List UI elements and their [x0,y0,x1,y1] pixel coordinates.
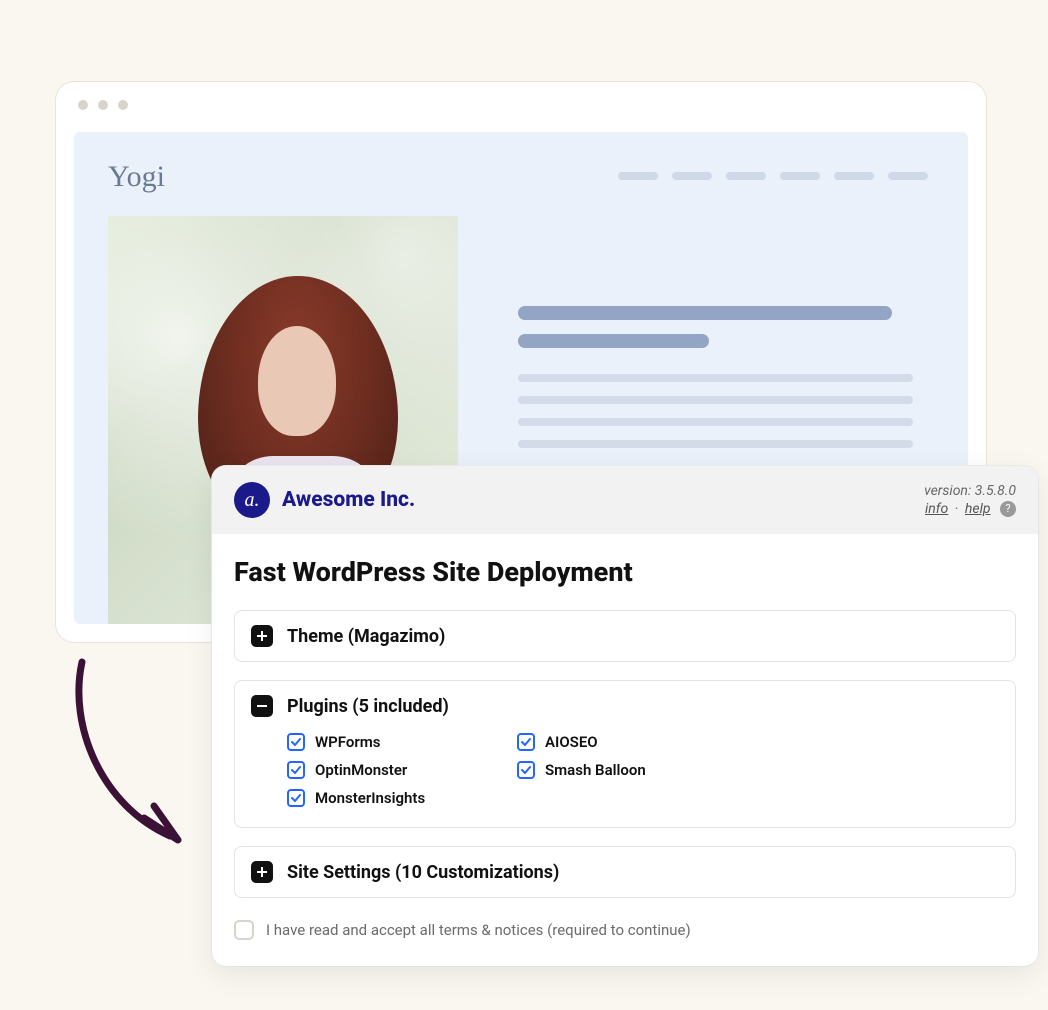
plugin-label: OptinMonster [315,761,407,779]
plugin-item[interactable]: AIOSEO [517,733,717,751]
plugin-label: MonsterInsights [315,789,425,807]
nav-skeleton [618,172,928,180]
plugin-item[interactable]: MonsterInsights [287,789,487,807]
expand-icon[interactable] [251,625,273,647]
collapse-icon[interactable] [251,695,273,717]
plugin-label: Smash Balloon [545,761,646,779]
accordion-theme[interactable]: Theme (Magazimo) [234,610,1016,662]
panel-header: a. Awesome Inc. version: 3.5.8.0 info · … [212,466,1038,534]
accordion-plugins-header[interactable]: Plugins (5 included) [251,695,999,717]
help-link[interactable]: help [965,501,991,517]
accordion-label: Site Settings (10 Customizations) [287,862,559,883]
checkbox-checked-icon[interactable] [517,761,535,779]
panel-title: Fast WordPress Site Deployment [234,556,1016,588]
plugin-item[interactable]: Smash Balloon [517,761,717,779]
brand-logo: a. [234,482,270,518]
info-link[interactable]: info [925,501,948,517]
window-dot [118,100,128,110]
accordion-label: Plugins (5 included) [287,696,449,717]
accordion-label: Theme (Magazimo) [287,626,445,647]
terms-checkbox[interactable] [234,920,254,940]
window-dot [98,100,108,110]
help-icon[interactable]: ? [1000,501,1016,517]
accordion-settings[interactable]: Site Settings (10 Customizations) [234,846,1016,898]
separator: · [955,501,959,517]
checkbox-checked-icon[interactable] [287,761,305,779]
checkbox-checked-icon[interactable] [287,789,305,807]
accordion-plugins: Plugins (5 included) WPForms AIOSEO Opti… [234,680,1016,828]
expand-icon[interactable] [251,861,273,883]
plugin-item[interactable]: WPForms [287,733,487,751]
arrow-icon [52,656,212,856]
window-controls [56,82,986,128]
checkbox-checked-icon[interactable] [517,733,535,751]
version-label: version: 3.5.8.0 [924,483,1016,499]
deploy-panel: a. Awesome Inc. version: 3.5.8.0 info · … [212,466,1038,966]
plugin-item[interactable]: OptinMonster [287,761,487,779]
plugin-label: AIOSEO [545,733,598,751]
terms-label: I have read and accept all terms & notic… [266,921,691,939]
window-dot [78,100,88,110]
checkbox-checked-icon[interactable] [287,733,305,751]
brand-name: Awesome Inc. [282,488,415,512]
terms-row[interactable]: I have read and accept all terms & notic… [234,916,1016,940]
plugin-label: WPForms [315,733,381,751]
